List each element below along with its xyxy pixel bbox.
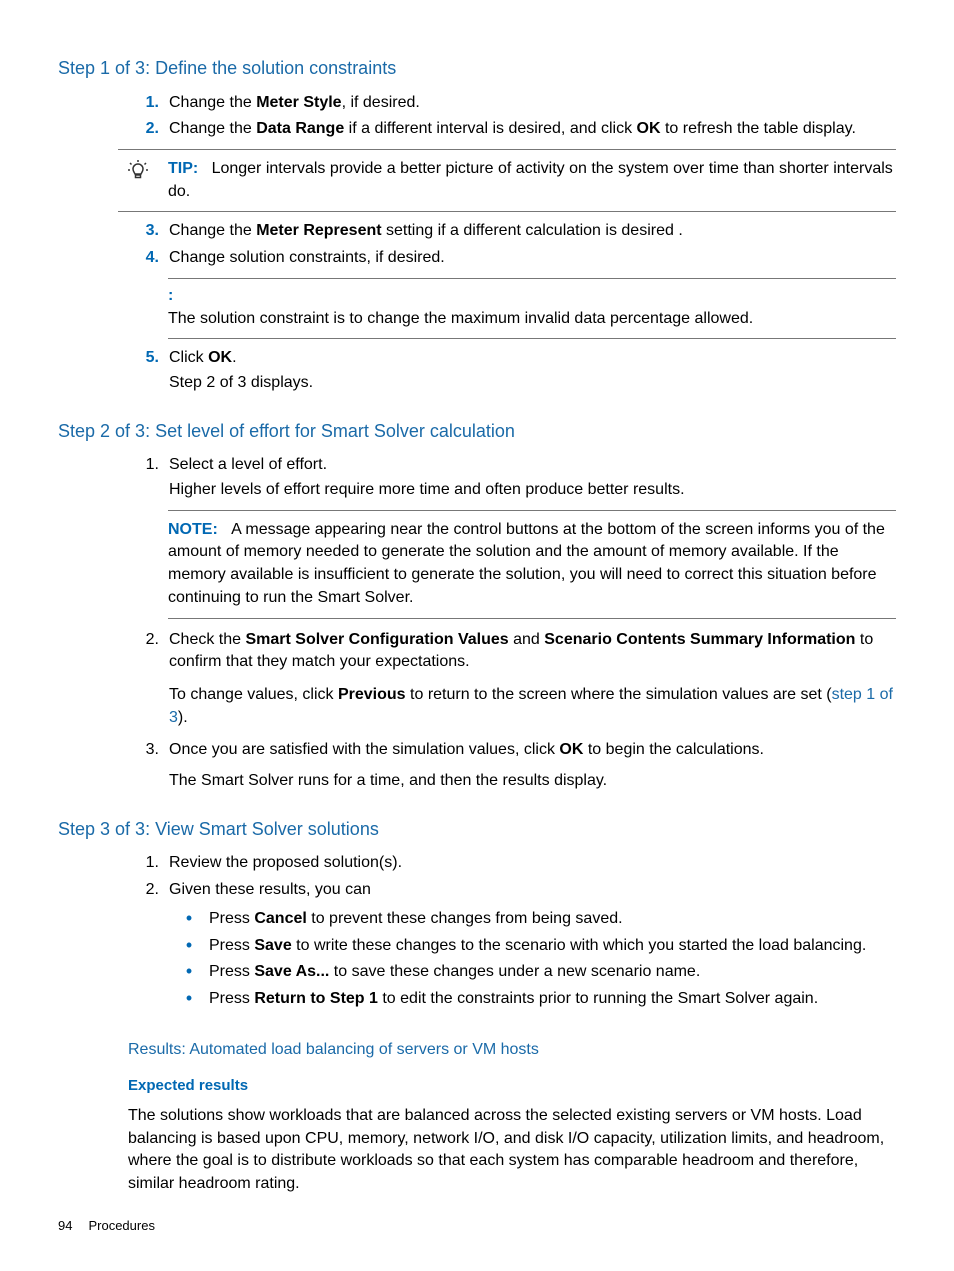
item-number: 5. <box>119 347 169 394</box>
note-label: NOTE: <box>168 521 218 538</box>
item-subtext: The Smart Solver runs for a time, and th… <box>169 770 896 793</box>
page-number: 94 <box>58 1218 72 1233</box>
list-item: 3. Change the Meter Represent setting if… <box>58 220 896 243</box>
item-number: 2. <box>119 879 169 1015</box>
step1-heading: Step 1 of 3: Define the solution constra… <box>58 56 896 82</box>
list-item: • Press Cancel to prevent these changes … <box>169 908 896 931</box>
lightbulb-icon <box>118 158 158 203</box>
item-subtext: Step 2 of 3 displays. <box>169 372 896 395</box>
list-item: 3. Once you are satisfied with the simul… <box>58 739 896 792</box>
list-item: • Press Save As... to save these changes… <box>169 961 896 984</box>
item-number: 4. <box>119 247 169 270</box>
item-subtext: Higher levels of effort require more tim… <box>169 479 896 502</box>
item-body: Click OK. Step 2 of 3 displays. <box>169 347 896 394</box>
list-item: • Press Save to write these changes to t… <box>169 935 896 958</box>
item-body: Check the Smart Solver Configuration Val… <box>169 629 896 730</box>
item-number: 1. <box>119 852 169 875</box>
step2-list-cont: 2. Check the Smart Solver Configuration … <box>58 629 896 793</box>
note-callout: NOTE: A message appearing near the contr… <box>168 510 896 619</box>
item-subtext: To change values, click Previous to retu… <box>169 684 896 729</box>
constraint-callout: : The solution constraint is to change t… <box>168 278 896 339</box>
list-item: 1. Select a level of effort. Higher leve… <box>58 454 896 501</box>
item-body: Change solution constraints, if desired. <box>169 247 896 270</box>
step3-heading: Step 3 of 3: View Smart Solver solutions <box>58 817 896 843</box>
item-body: Change the Data Range if a different int… <box>169 118 896 141</box>
item-number: 2. <box>119 629 169 730</box>
list-item: • Press Return to Step 1 to edit the con… <box>169 988 896 1011</box>
tip-label: TIP: <box>168 160 198 177</box>
item-body: Select a level of effort. Higher levels … <box>169 454 896 501</box>
list-item: 4. Change solution constraints, if desir… <box>58 247 896 270</box>
page-footer: 94 Procedures <box>58 1217 155 1235</box>
bullet-icon: • <box>169 961 209 984</box>
item-body: Change the Meter Style, if desired. <box>169 92 896 115</box>
step1-list-cont2: 5. Click OK. Step 2 of 3 displays. <box>58 347 896 394</box>
constraint-text: The solution constraint is to change the… <box>168 308 896 331</box>
list-item: 2. Given these results, you can • Press … <box>58 879 896 1015</box>
item-number: 3. <box>119 739 169 792</box>
list-item: 1. Change the Meter Style, if desired. <box>58 92 896 115</box>
item-body: Review the proposed solution(s). <box>169 852 896 875</box>
note-text: A message appearing near the control but… <box>168 521 885 606</box>
results-heading: Results: Automated load balancing of ser… <box>128 1039 896 1062</box>
step1-list-cont: 3. Change the Meter Represent setting if… <box>58 220 896 269</box>
list-item: 2. Change the Data Range if a different … <box>58 118 896 141</box>
tip-callout: TIP: Longer intervals provide a better p… <box>118 149 896 212</box>
step1-list: 1. Change the Meter Style, if desired. 2… <box>58 92 896 141</box>
bullet-icon: • <box>169 988 209 1011</box>
step2-heading: Step 2 of 3: Set level of effort for Sma… <box>58 419 896 445</box>
item-body: Change the Meter Represent setting if a … <box>169 220 896 243</box>
item-body: Once you are satisfied with the simulati… <box>169 739 896 792</box>
bullet-icon: • <box>169 935 209 958</box>
tip-body: TIP: Longer intervals provide a better p… <box>168 158 896 203</box>
list-item: 1. Review the proposed solution(s). <box>58 852 896 875</box>
item-number: 1. <box>119 92 169 115</box>
expected-results-heading: Expected results <box>128 1075 896 1096</box>
item-number: 2. <box>119 118 169 141</box>
item-body: Given these results, you can • Press Can… <box>169 879 896 1015</box>
item-number: 1. <box>119 454 169 501</box>
results-text: The solutions show workloads that are ba… <box>128 1105 896 1196</box>
list-item: 2. Check the Smart Solver Configuration … <box>58 629 896 730</box>
step3-list: 1. Review the proposed solution(s). 2. G… <box>58 852 896 1014</box>
list-item: 5. Click OK. Step 2 of 3 displays. <box>58 347 896 394</box>
item-number: 3. <box>119 220 169 243</box>
step2-list: 1. Select a level of effort. Higher leve… <box>58 454 896 501</box>
section-name: Procedures <box>88 1218 154 1233</box>
bullet-icon: • <box>169 908 209 931</box>
colon-label: : <box>168 285 896 308</box>
bullet-list: • Press Cancel to prevent these changes … <box>169 908 896 1011</box>
